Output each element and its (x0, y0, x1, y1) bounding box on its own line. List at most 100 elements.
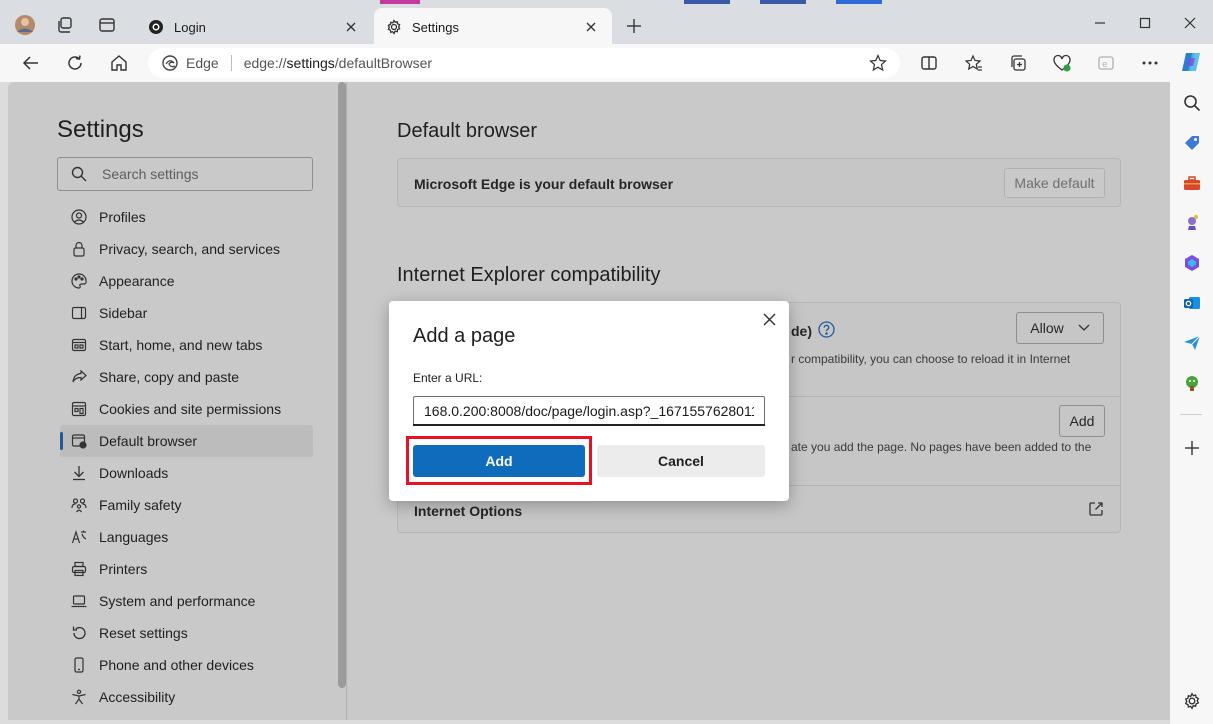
back-arrow-icon[interactable] (17, 49, 45, 77)
sidebar-item-system[interactable]: System and performance (60, 585, 313, 617)
svg-text:e: e (1102, 60, 1108, 70)
sidebar-item-appearance[interactable]: Appearance (60, 265, 313, 297)
allow-dropdown-value: Allow (1030, 320, 1064, 336)
workspaces-icon[interactable] (50, 10, 80, 40)
outlook-icon[interactable] (1181, 292, 1203, 314)
sidebar-item-label: Family safety (99, 497, 182, 513)
cancel-button[interactable]: Cancel (597, 445, 765, 477)
settings-gear-icon[interactable] (1181, 690, 1203, 712)
profile-avatar[interactable] (10, 10, 40, 40)
sidebar-item-phone[interactable]: Phone and other devices (60, 649, 313, 681)
background-strip (684, 0, 730, 4)
games-icon[interactable] (1181, 212, 1203, 234)
search-settings-input[interactable]: Search settings (57, 157, 313, 191)
external-link-icon[interactable] (1088, 501, 1104, 517)
add-button[interactable]: Add (413, 445, 585, 477)
sidebar-item-label: Cookies and site permissions (99, 401, 282, 417)
profile-icon (70, 208, 88, 226)
tab-login[interactable]: Login (136, 8, 372, 46)
edge-logo-icon (162, 55, 178, 71)
sidebar-item-cookies[interactable]: Cookies and site permissions (60, 393, 313, 425)
sidebar-item-start-home[interactable]: Start, home, and new tabs (60, 329, 313, 361)
url-path: /defaultBrowser (334, 55, 433, 71)
close-tab-icon[interactable] (582, 18, 600, 36)
sidebar-item-share[interactable]: Share, copy and paste (60, 361, 313, 393)
edge-chip[interactable]: Edge (162, 55, 219, 71)
nav-divider (346, 82, 347, 720)
close-tab-icon[interactable] (342, 18, 360, 36)
background-strip (836, 0, 882, 4)
url-host: settings (286, 55, 335, 71)
microsoft-365-icon[interactable] (1181, 252, 1203, 274)
address-bar[interactable]: Edge edge://settings/defaultBrowser (148, 48, 900, 78)
sidebar-divider (1180, 414, 1202, 415)
close-window-icon[interactable] (1170, 8, 1210, 38)
sidebar-item-sidebar[interactable]: Sidebar (60, 297, 313, 329)
sidebar-icon (70, 304, 88, 322)
internet-options-label[interactable]: Internet Options (414, 503, 522, 519)
sidebar-item-downloads[interactable]: Downloads (60, 457, 313, 489)
sidebar-item-accessibility[interactable]: Accessibility (60, 681, 313, 713)
sidebar-item-reset[interactable]: Reset settings (60, 617, 313, 649)
nav-scrollbar[interactable] (338, 82, 346, 688)
tools-icon[interactable] (1181, 172, 1203, 194)
tab-settings[interactable]: Settings (374, 8, 612, 46)
search-icon (70, 165, 88, 183)
sidebar-item-printers[interactable]: Printers (60, 553, 313, 585)
dialog-title: Add a page (413, 325, 516, 347)
home-icon[interactable] (105, 49, 133, 77)
sidebar-item-label: Start, home, and new tabs (99, 337, 263, 353)
more-options-icon[interactable] (1136, 49, 1164, 77)
minimize-icon[interactable] (1080, 8, 1120, 38)
sidebar-item-label: Downloads (99, 465, 169, 481)
refresh-icon[interactable] (61, 49, 89, 77)
sidebar-item-family-safety[interactable]: Family safety (60, 489, 313, 521)
home-tabs-icon (70, 336, 88, 354)
sidebar-item-default-browser[interactable]: Default browser (60, 425, 313, 457)
sidebar-item-label: System and performance (99, 593, 256, 609)
send-icon[interactable] (1181, 332, 1203, 354)
add-page-dialog: Add a page Enter a URL: Add Cancel (389, 301, 789, 501)
reload-setting-title: de) (791, 323, 812, 339)
add-page-button[interactable]: Add (1059, 405, 1105, 437)
sidebar-item-label: Sidebar (99, 305, 148, 321)
url-scheme: edge:// (243, 55, 287, 71)
sidebar-item-languages[interactable]: Languages (60, 521, 313, 553)
default-browser-icon (70, 432, 88, 450)
sidebar-item-label: Reset settings (99, 625, 188, 641)
share-icon (70, 368, 88, 386)
favorite-star-icon[interactable] (868, 53, 888, 73)
maximize-icon[interactable] (1125, 8, 1165, 38)
sidebar-item-privacy[interactable]: Privacy, search, and services (60, 233, 313, 265)
close-icon[interactable] (759, 309, 779, 329)
new-tab-plus-icon[interactable] (620, 12, 648, 40)
url-input[interactable] (413, 396, 765, 426)
favorites-icon[interactable] (960, 49, 988, 77)
default-browser-status: Microsoft Edge is your default browser (414, 176, 674, 192)
sidebar-item-label: Phone and other devices (99, 657, 254, 673)
copilot-icon[interactable] (1179, 50, 1203, 74)
allow-dropdown[interactable]: Allow (1016, 312, 1104, 344)
sidebar-item-label: Default browser (99, 433, 198, 449)
default-browser-card: Microsoft Edge is your default browser M… (397, 158, 1121, 207)
collections-icon[interactable] (1004, 49, 1032, 77)
split-screen-icon[interactable] (915, 49, 943, 77)
plant-icon[interactable] (1181, 372, 1203, 394)
shopping-tag-icon[interactable] (1181, 132, 1203, 154)
ie-mode-icon[interactable]: e (1092, 49, 1120, 77)
tab-label: Settings (412, 19, 459, 35)
url-field-label: Enter a URL: (413, 371, 483, 385)
tab-label: Login (174, 19, 206, 35)
add-plus-icon[interactable] (1181, 437, 1203, 459)
settings-title: Settings (57, 116, 144, 143)
sidebar-item-label: Printers (99, 561, 148, 577)
sidebar-item-profiles[interactable]: Profiles (60, 201, 313, 233)
phone-icon (70, 656, 88, 674)
help-icon[interactable] (818, 321, 835, 338)
tab-actions-icon[interactable] (92, 10, 122, 40)
browser-essentials-icon[interactable] (1048, 49, 1076, 77)
sidebar-item-label: Appearance (99, 273, 175, 289)
sidebar-item-label: Privacy, search, and services (99, 241, 281, 257)
search-icon[interactable] (1181, 92, 1203, 114)
make-default-button[interactable]: Make default (1004, 168, 1105, 198)
